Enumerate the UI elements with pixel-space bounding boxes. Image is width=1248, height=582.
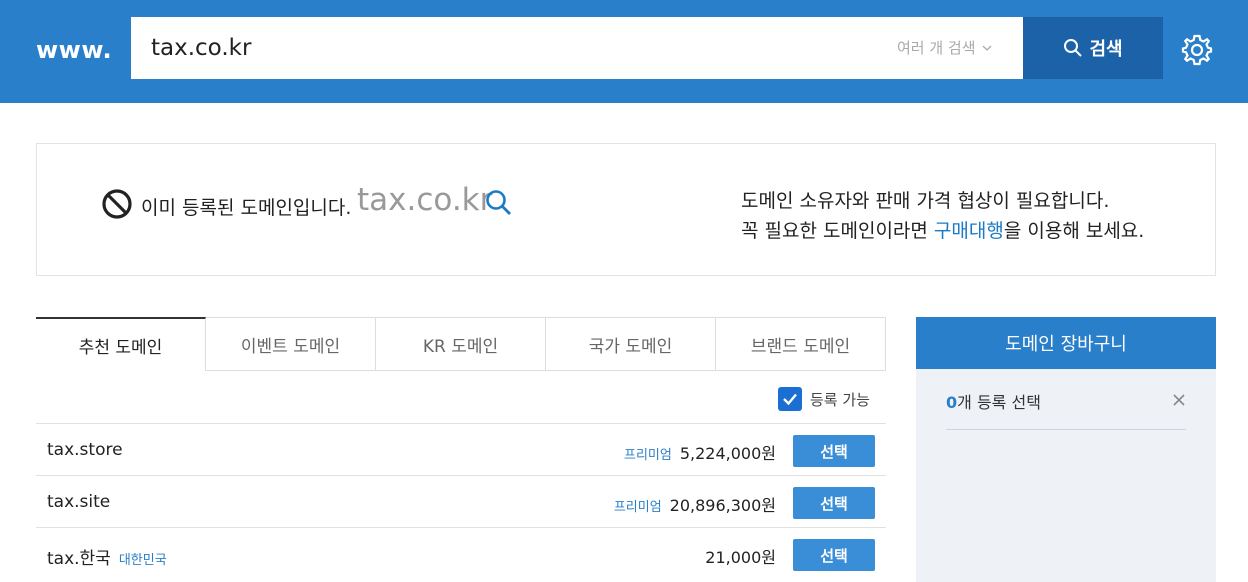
gear-icon[interactable] <box>1180 33 1214 67</box>
row-domain-text: tax.store <box>47 440 123 460</box>
negotiation-message: 도메인 소유자와 판매 가격 협상이 필요합니다. 꼭 필요한 도메인이라면 구… <box>741 186 1144 246</box>
domain-tabs: 추천 도메인 이벤트 도메인 KR 도메인 국가 도메인 브랜드 도메인 <box>36 317 886 371</box>
premium-badge: 프리미엄 <box>613 500 662 515</box>
row-price-group: 21,000원 <box>705 544 776 568</box>
select-button[interactable]: 선택 <box>793 435 875 467</box>
row-domain-text: tax.site <box>47 492 111 512</box>
tab-country[interactable]: 국가 도메인 <box>546 317 716 371</box>
top-header: www. 여러 개 검색 검색 <box>0 0 1248 103</box>
row-domain-name: tax.한국 대한민국 <box>47 544 167 569</box>
search-button[interactable]: 검색 <box>1023 17 1163 79</box>
multi-search-label: 여러 개 검색 <box>897 39 976 57</box>
negotiation-line-2-prefix: 꼭 필요한 도메인이라면 <box>741 220 934 242</box>
available-label: 등록 가능 <box>810 390 870 409</box>
search-button-label: 검색 <box>1089 39 1123 60</box>
cart-count: 0개 등록 선택 <box>946 389 1041 413</box>
negotiation-line-2: 꼭 필요한 도메인이라면 구매대행을 이용해 보세요. <box>741 216 1144 246</box>
registration-notice: 이미 등록된 도메인입니다. tax.co.kr 도메인 소유자와 판매 가격 … <box>36 143 1216 276</box>
row-price: 5,224,000원 <box>679 444 776 463</box>
cart-count-number: 0 <box>946 393 958 412</box>
registered-status-text: 이미 등록된 도메인입니다. <box>141 197 352 219</box>
chevron-down-icon <box>982 45 992 51</box>
domain-cart: 도메인 장바구니 0개 등록 선택 <box>916 317 1216 582</box>
search-box: 여러 개 검색 <box>131 17 1023 79</box>
tab-event[interactable]: 이벤트 도메인 <box>206 317 376 371</box>
row-price: 20,896,300원 <box>669 496 776 515</box>
negotiation-line-1: 도메인 소유자와 판매 가격 협상이 필요합니다. <box>741 190 1110 212</box>
list-item: tax.site 프리미엄 20,896,300원 선택 <box>36 475 886 527</box>
cart-count-suffix: 개 등록 선택 <box>957 393 1041 412</box>
negotiation-line-2-suffix: 을 이용해 보세요. <box>1003 220 1145 242</box>
row-domain-text: tax.한국 <box>47 549 111 569</box>
site-logo[interactable]: www. <box>36 36 112 64</box>
search-icon <box>1064 39 1083 57</box>
domain-search-input[interactable] <box>131 17 871 79</box>
list-item: tax.store 프리미엄 5,224,000원 선택 <box>36 423 886 475</box>
list-item: tax.한국 대한민국 21,000원 선택 <box>36 527 886 579</box>
available-filter[interactable]: 등록 가능 <box>778 387 870 411</box>
searched-domain: tax.co.kr <box>357 182 493 218</box>
cart-title: 도메인 장바구니 <box>916 317 1216 369</box>
close-icon[interactable] <box>1172 393 1186 407</box>
row-price: 21,000원 <box>705 548 776 567</box>
purchase-agent-link[interactable]: 구매대행 <box>934 220 1004 242</box>
tab-recommended[interactable]: 추천 도메인 <box>36 317 206 371</box>
select-button[interactable]: 선택 <box>793 487 875 519</box>
tab-kr[interactable]: KR 도메인 <box>376 317 546 371</box>
tab-brand[interactable]: 브랜드 도메인 <box>716 317 886 371</box>
premium-badge: 프리미엄 <box>624 448 672 463</box>
row-price-group: 프리미엄 5,224,000원 <box>624 440 776 464</box>
select-button[interactable]: 선택 <box>793 539 875 571</box>
multi-search-dropdown[interactable]: 여러 개 검색 <box>897 37 992 58</box>
ban-icon <box>102 189 132 219</box>
domain-list: tax.store 프리미엄 5,224,000원 선택 tax.site 프리… <box>36 423 886 579</box>
row-domain-name: tax.store <box>47 440 123 460</box>
cart-divider <box>946 429 1186 430</box>
available-checkbox[interactable] <box>778 387 802 411</box>
row-price-group: 프리미엄 20,896,300원 <box>614 492 776 516</box>
search-icon[interactable] <box>485 189 513 217</box>
checkmark-icon <box>783 393 797 406</box>
country-tag: 대한민국 <box>118 553 167 568</box>
row-domain-name: tax.site <box>47 492 110 512</box>
